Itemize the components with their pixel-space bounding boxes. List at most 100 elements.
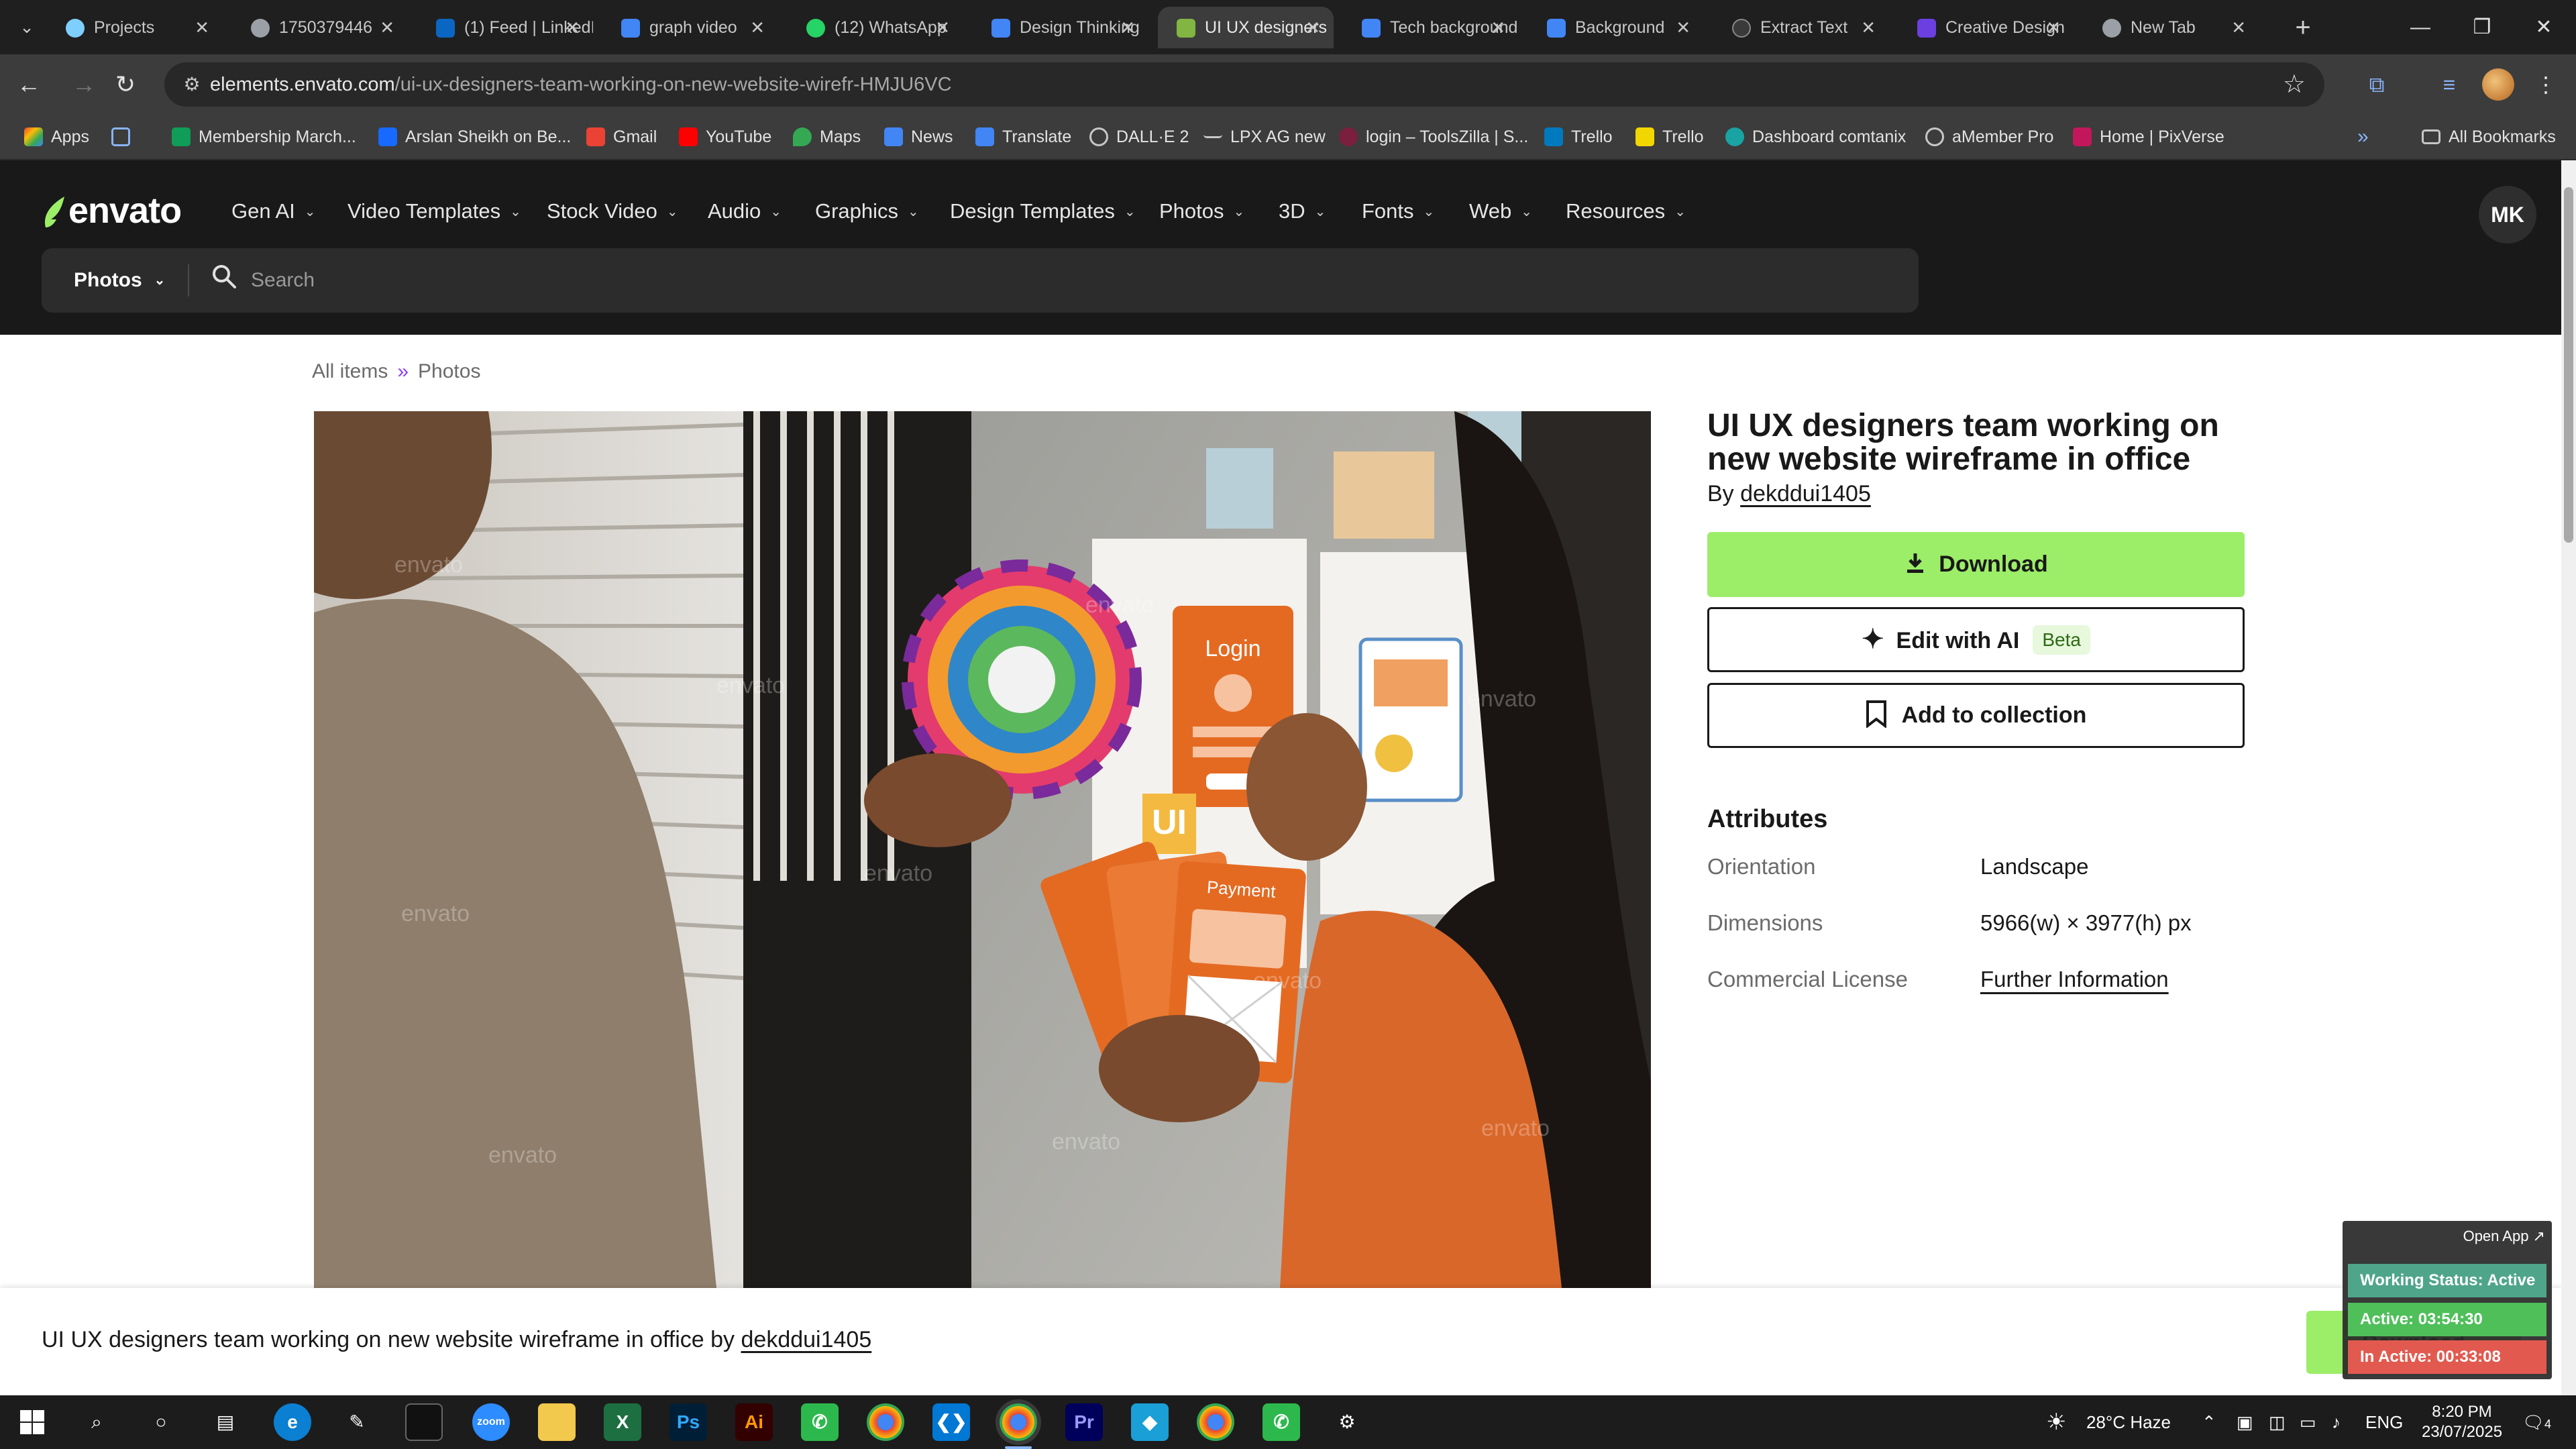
browser-tab[interactable]: graph video ✕	[602, 7, 778, 48]
bookmark-item[interactable]: News	[884, 115, 953, 159]
tab-close-icon[interactable]: ✕	[2046, 7, 2061, 48]
bookmark-item[interactable]: Translate	[975, 115, 1071, 159]
tab-close-icon[interactable]: ✕	[565, 7, 580, 48]
tray-overflow-icon[interactable]: ⌃	[2202, 1395, 2216, 1449]
user-avatar[interactable]: MK	[2479, 186, 2536, 244]
site-info-icon[interactable]: ⚙	[179, 72, 205, 97]
notification-center-icon[interactable]: 🗨4	[2522, 1395, 2551, 1449]
phone-app-icon[interactable]: ✆	[801, 1403, 839, 1441]
tab-close-icon[interactable]: ✕	[1676, 7, 1690, 48]
nav-fonts[interactable]: Fonts ⌄	[1362, 199, 1434, 223]
browser-tab[interactable]: Tech background ✕	[1343, 7, 1519, 48]
app-icon[interactable]: ◆	[1131, 1403, 1169, 1441]
reload-button[interactable]: ↻	[109, 68, 142, 101]
bookmark-item[interactable]: Maps	[793, 115, 861, 159]
browser-tab[interactable]: Background ✕	[1528, 7, 1704, 48]
chrome-profile-icon[interactable]	[1197, 1403, 1234, 1441]
nav-photos[interactable]: Photos ⌄	[1159, 199, 1244, 223]
tray-app-icon[interactable]: ◫	[2269, 1395, 2286, 1449]
nav-3d[interactable]: 3D ⌄	[1279, 199, 1326, 223]
system-clock[interactable]: 8:20 PM 23/07/2025	[2408, 1402, 2516, 1442]
browser-tab[interactable]: Design Thinking ✕	[973, 7, 1148, 48]
sticky-author-link[interactable]: dekddui1405	[741, 1327, 872, 1352]
tab-search-icon[interactable]: ⌄	[12, 12, 42, 42]
add-to-collection-button[interactable]: Add to collection	[1707, 683, 2245, 748]
search-input[interactable]	[251, 260, 1861, 301]
breadcrumb-photos[interactable]: Photos	[418, 360, 480, 382]
nav-gen-ai[interactable]: Gen AI ⌄	[231, 199, 316, 223]
back-button[interactable]: ←	[12, 68, 46, 101]
pen-tool-icon[interactable]: ✎	[338, 1403, 376, 1441]
media-controls-icon[interactable]: ≡	[2432, 68, 2466, 101]
tab-close-icon[interactable]: ✕	[1120, 7, 1135, 48]
volume-icon[interactable]: ♪	[2332, 1395, 2341, 1449]
author-link[interactable]: dekddui1405	[1740, 481, 1871, 506]
illustrator-icon[interactable]: Ai	[735, 1403, 773, 1441]
forward-button[interactable]: →	[67, 68, 101, 101]
download-button[interactable]: Download	[1707, 532, 2245, 597]
tab-close-icon[interactable]: ✕	[1305, 7, 1320, 48]
browser-tab[interactable]: (1) Feed | LinkedIn ✕	[417, 7, 593, 48]
url-text[interactable]: elements.envato.com/ui-ux-designers-team…	[210, 62, 952, 107]
profile-avatar[interactable]	[2482, 68, 2514, 101]
chrome-active-icon[interactable]	[996, 1399, 1041, 1445]
open-app-link[interactable]: Open App ↗	[2463, 1228, 2545, 1245]
search-category-select[interactable]: Photos ⌄	[74, 248, 165, 315]
settings-gear-icon[interactable]: ⚙	[1328, 1403, 1366, 1441]
file-explorer-icon[interactable]	[538, 1403, 576, 1441]
chrome-menu-icon[interactable]: ⋮	[2529, 68, 2563, 101]
bookmark-item[interactable]: YouTube	[679, 115, 771, 159]
network-icon[interactable]: ▭	[2300, 1395, 2316, 1449]
bookmark-item[interactable]: DALL·E 2	[1089, 115, 1189, 159]
page-scrollbar[interactable]	[2561, 160, 2576, 1395]
close-window-button[interactable]: ✕	[2513, 0, 2575, 54]
weather-text[interactable]: 28°C Haze	[2086, 1395, 2171, 1449]
edge-icon[interactable]: e	[274, 1403, 311, 1441]
browser-tab-active[interactable]: UI UX designers ✕	[1158, 7, 1334, 48]
browser-tab[interactable]: New Tab ✕	[2084, 7, 2259, 48]
zoom-icon[interactable]: zoom	[472, 1403, 510, 1441]
nav-design-templates[interactable]: Design Templates ⌄	[950, 199, 1136, 223]
bookmark-item[interactable]: Trello	[1635, 115, 1704, 159]
nav-stock-video[interactable]: Stock Video ⌄	[547, 199, 678, 223]
tab-close-icon[interactable]: ✕	[750, 7, 765, 48]
item-preview-image[interactable]: Login UI Payment envato envato envato en…	[314, 411, 1651, 1288]
nav-resources[interactable]: Resources ⌄	[1566, 199, 1686, 223]
weather-icon[interactable]: ☀	[2046, 1395, 2066, 1449]
phone-app-icon[interactable]: ✆	[1263, 1403, 1300, 1441]
bookmark-item[interactable]: Gmail	[586, 115, 657, 159]
bookmark-item[interactable]: Membership March...	[172, 115, 356, 159]
terminal-icon[interactable]	[405, 1403, 443, 1441]
browser-tab[interactable]: Extract Text ✕	[1713, 7, 1889, 48]
browser-tab[interactable]: Projects ✕	[47, 7, 223, 48]
tab-close-icon[interactable]: ✕	[1491, 7, 1505, 48]
browser-tab[interactable]: 1750379446 ✕	[232, 7, 408, 48]
vscode-icon[interactable]: ❮❯	[932, 1403, 970, 1441]
scrollbar-thumb[interactable]	[2564, 187, 2573, 543]
bookmark-item[interactable]: Home | PixVerse	[2073, 115, 2224, 159]
bookmark-item[interactable]: login – ToolsZilla | S...	[1339, 115, 1528, 159]
nav-audio[interactable]: Audio ⌄	[708, 199, 782, 223]
restore-button[interactable]: ❐	[2451, 0, 2513, 54]
tab-close-icon[interactable]: ✕	[2231, 7, 2246, 48]
tab-close-icon[interactable]: ✕	[380, 7, 394, 48]
bookmark-item[interactable]	[111, 115, 130, 159]
extensions-icon[interactable]: ⧉	[2360, 68, 2394, 101]
tab-close-icon[interactable]: ✕	[935, 7, 950, 48]
edit-with-ai-button[interactable]: ✦ Edit with AI Beta	[1707, 607, 2245, 672]
task-view-icon[interactable]: ▤	[207, 1403, 244, 1441]
tab-close-icon[interactable]: ✕	[195, 7, 209, 48]
bookmark-item[interactable]: aMember Pro	[1925, 115, 2053, 159]
nav-web[interactable]: Web ⌄	[1469, 199, 1532, 223]
nav-video-templates[interactable]: Video Templates ⌄	[347, 199, 521, 223]
minimize-button[interactable]: —	[2390, 0, 2451, 54]
bookmark-item[interactable]: Apps	[24, 115, 89, 159]
address-bar[interactable]: ⚙ elements.envato.com/ui-ux-designers-te…	[164, 62, 2324, 107]
excel-icon[interactable]: X	[604, 1403, 641, 1441]
bookmark-item[interactable]: Trello	[1544, 115, 1613, 159]
cortana-icon[interactable]: ○	[142, 1403, 180, 1441]
search-taskbar-icon[interactable]: ⌕	[78, 1403, 115, 1441]
language-indicator[interactable]: ENG	[2365, 1395, 2403, 1449]
bookmark-item[interactable]: Arslan Sheikh on Be...	[378, 115, 571, 159]
bookmark-star-icon[interactable]: ☆	[2283, 69, 2306, 100]
